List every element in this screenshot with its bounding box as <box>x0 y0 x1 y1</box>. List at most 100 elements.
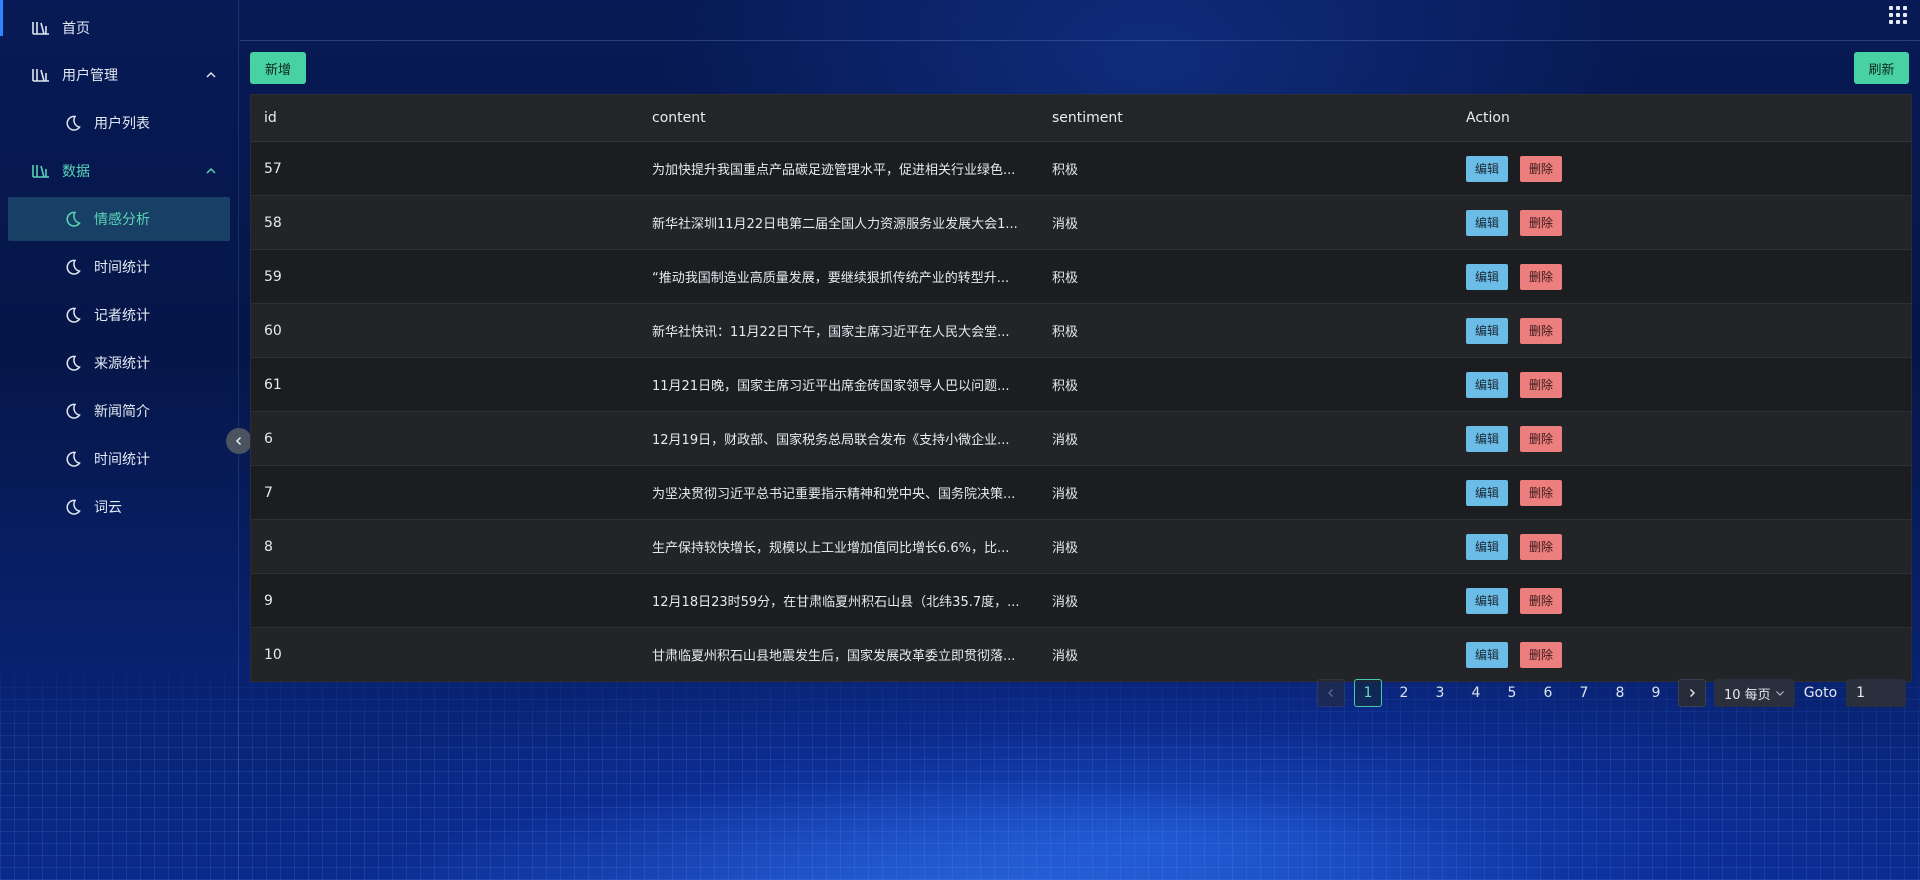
sidebar-item-label: 时间统计 <box>94 452 150 468</box>
edit-button[interactable]: 编辑 <box>1466 317 1509 344</box>
page-3[interactable]: 3 <box>1426 679 1454 707</box>
page-2[interactable]: 2 <box>1390 679 1418 707</box>
delete-button[interactable]: 删除 <box>1520 533 1563 560</box>
library-icon <box>30 19 52 37</box>
cell-actions: 编辑 删除 <box>1466 641 1766 668</box>
moon-icon <box>62 450 84 468</box>
cell-id: 9 <box>264 592 273 609</box>
cell-content: 生产保持较快增长，规模以上工业增加值同比增长6.6%，比... <box>652 541 1010 556</box>
moon-icon <box>62 114 84 132</box>
library-icon <box>30 162 52 180</box>
page-8[interactable]: 8 <box>1606 679 1634 707</box>
sidebar-item-label: 情感分析 <box>94 212 150 228</box>
table-row: 10 甘肃临夏州积石山县地震发生后，国家发展改革委立即贯彻落... 消极 编辑 删除 <box>251 628 1911 681</box>
edit-button[interactable]: 编辑 <box>1466 587 1509 614</box>
cell-actions: 编辑 删除 <box>1466 209 1766 236</box>
cell-content: 新华社深圳11月22日电第二届全国人力资源服务业发展大会1... <box>652 217 1018 232</box>
prev-page-button[interactable] <box>1317 679 1345 707</box>
cell-sentiment: 消极 <box>1052 541 1079 556</box>
chevron-up-icon <box>206 71 216 78</box>
page-7[interactable]: 7 <box>1570 679 1598 707</box>
page-1[interactable]: 1 <box>1354 679 1382 707</box>
cell-sentiment: 积极 <box>1052 271 1079 286</box>
delete-button[interactable]: 删除 <box>1520 263 1563 290</box>
refresh-button[interactable]: 刷新 <box>1854 52 1909 84</box>
cell-content: 12月19日，财政部、国家税务总局联合发布《支持小微企业... <box>652 433 1010 448</box>
delete-button[interactable]: 删除 <box>1520 317 1563 344</box>
cell-content: 11月21日晚，国家主席习近平出席金砖国家领导人巴以问题... <box>652 379 1010 394</box>
chevron-right-icon <box>1690 689 1695 697</box>
header-sentiment: sentiment <box>1052 110 1123 126</box>
edit-button[interactable]: 编辑 <box>1466 155 1509 182</box>
sidebar-item-news-summary[interactable]: 新闻简介 <box>0 389 238 433</box>
page-6[interactable]: 6 <box>1534 679 1562 707</box>
sidebar-item-label: 记者统计 <box>94 308 150 324</box>
sidebar-item-label: 来源统计 <box>94 356 150 372</box>
sidebar-item-time-stats[interactable]: 时间统计 <box>0 245 238 289</box>
sidebar-item-data[interactable]: 数据 <box>0 149 238 193</box>
cell-id: 57 <box>264 160 282 177</box>
header-action: Action <box>1466 110 1510 126</box>
edit-button[interactable]: 编辑 <box>1466 533 1509 560</box>
sidebar-item-label: 新闻简介 <box>94 404 150 420</box>
delete-button[interactable]: 删除 <box>1520 371 1563 398</box>
cell-sentiment: 消极 <box>1052 217 1079 232</box>
table-row: 8 生产保持较快增长，规模以上工业增加值同比增长6.6%，比... 消极 编辑 删除 <box>251 520 1911 574</box>
sidebar-collapse-button[interactable] <box>226 428 252 454</box>
edit-button[interactable]: 编辑 <box>1466 371 1509 398</box>
cell-actions: 编辑 删除 <box>1466 425 1766 452</box>
sidebar-item-word-cloud[interactable]: 词云 <box>0 485 238 529</box>
cell-sentiment: 积极 <box>1052 379 1079 394</box>
delete-button[interactable]: 删除 <box>1520 155 1563 182</box>
sidebar-item-time-stats-2[interactable]: 时间统计 <box>0 437 238 481</box>
sidebar-item-label: 用户列表 <box>94 116 150 132</box>
cell-content: 甘肃临夏州积石山县地震发生后，国家发展改革委立即贯彻落... <box>652 649 1016 664</box>
table-row: 9 12月18日23时59分，在甘肃临夏州积石山县（北纬35.7度，... 消极 编辑… <box>251 574 1911 628</box>
delete-button[interactable]: 删除 <box>1520 425 1563 452</box>
cell-content: “推动我国制造业高质量发展，要继续狠抓传统产业的转型升... <box>652 271 1010 286</box>
table-body: 57 为加快提升我国重点产品碳足迹管理水平，促进相关行业绿色... 积极 编辑 删除 58… <box>251 142 1911 681</box>
cell-sentiment: 积极 <box>1052 163 1079 178</box>
sidebar-item-user-list[interactable]: 用户列表 <box>0 101 238 145</box>
delete-button[interactable]: 删除 <box>1520 587 1563 614</box>
edit-button[interactable]: 编辑 <box>1466 209 1509 236</box>
goto-page-input[interactable] <box>1846 679 1907 707</box>
sidebar-item-home[interactable]: 首页 <box>0 6 238 50</box>
sidebar-item-source-stats[interactable]: 来源统计 <box>0 341 238 385</box>
sidebar-item-sentiment-analysis[interactable]: 情感分析 <box>8 197 230 241</box>
apps-grid-icon[interactable] <box>1889 6 1907 24</box>
cell-id: 60 <box>264 322 282 339</box>
page-size-value: 10 每页 <box>1724 687 1771 703</box>
chevron-left-icon <box>235 436 242 446</box>
goto-label: Goto <box>1803 685 1838 701</box>
edit-button[interactable]: 编辑 <box>1466 641 1509 668</box>
cell-id: 7 <box>264 484 273 501</box>
edit-button[interactable]: 编辑 <box>1466 263 1509 290</box>
delete-button[interactable]: 删除 <box>1520 209 1563 236</box>
cell-id: 61 <box>264 376 282 393</box>
sidebar-item-reporter-stats[interactable]: 记者统计 <box>0 293 238 337</box>
delete-button[interactable]: 删除 <box>1520 479 1563 506</box>
cell-content: 12月18日23时59分，在甘肃临夏州积石山县（北纬35.7度，... <box>652 595 1020 610</box>
next-page-button[interactable] <box>1678 679 1706 707</box>
add-button[interactable]: 新增 <box>250 52 306 84</box>
sidebar-item-user-management[interactable]: 用户管理 <box>0 53 238 97</box>
cell-sentiment: 消极 <box>1052 595 1079 610</box>
page-size-select[interactable]: 10 每页 <box>1714 679 1795 707</box>
chevron-left-icon <box>1328 689 1333 697</box>
cell-actions: 编辑 删除 <box>1466 479 1766 506</box>
table-row: 7 为坚决贯彻习近平总书记重要指示精神和党中央、国务院决策... 消极 编辑 删除 <box>251 466 1911 520</box>
sidebar: 首页 用户管理 用户列表 数据 情感分析 时间统计 记者统计 来源统计 新闻简介… <box>0 0 239 880</box>
edit-button[interactable]: 编辑 <box>1466 479 1509 506</box>
delete-button[interactable]: 删除 <box>1520 641 1563 668</box>
cell-content: 新华社快讯：11月22日下午，国家主席习近平在人民大会堂... <box>652 325 1010 340</box>
table-row: 61 11月21日晚，国家主席习近平出席金砖国家领导人巴以问题... 积极 编辑 删除 <box>251 358 1911 412</box>
page-9[interactable]: 9 <box>1642 679 1670 707</box>
edit-button[interactable]: 编辑 <box>1466 425 1509 452</box>
cell-sentiment: 消极 <box>1052 487 1079 502</box>
header-content: content <box>652 110 706 126</box>
table-row: 59 “推动我国制造业高质量发展，要继续狠抓传统产业的转型升... 积极 编辑 删除 <box>251 250 1911 304</box>
header-id: id <box>264 110 277 126</box>
page-5[interactable]: 5 <box>1498 679 1526 707</box>
page-4[interactable]: 4 <box>1462 679 1490 707</box>
